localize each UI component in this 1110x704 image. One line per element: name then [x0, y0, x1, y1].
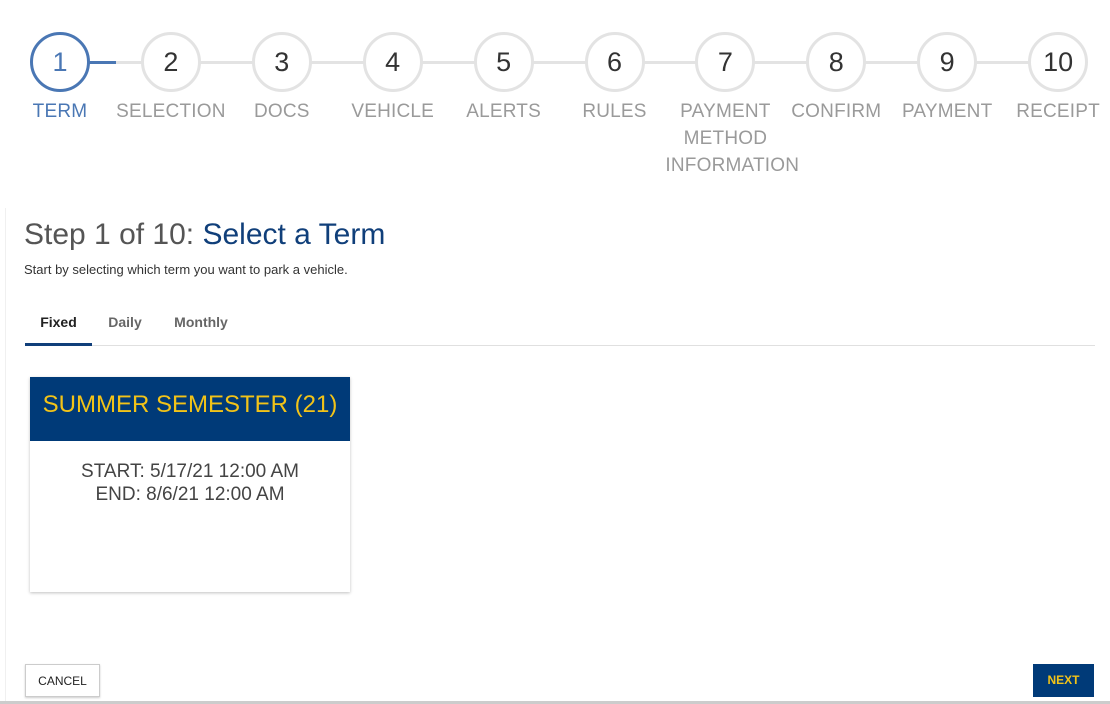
step-circle: 1 — [30, 32, 90, 92]
tab-monthly[interactable]: Monthly — [163, 302, 239, 343]
step-label: PAYMENT — [901, 101, 993, 122]
step-label: RULES — [582, 101, 647, 122]
page-subtitle: Start by selecting which term you want t… — [24, 262, 348, 277]
step-circle: 5 — [473, 32, 534, 92]
step-6: 6 RULES — [555, 32, 675, 125]
step-label: DOCS — [253, 101, 310, 122]
progress-stepper: 1 TERM 2 SELECTION 3 DOCS 4 VEHICLE 5 ALERTS 6 RULE… — [0, 0, 1110, 190]
tab-fixed[interactable]: Fixed — [25, 302, 92, 346]
step-2: 2 SELECTION — [111, 32, 231, 125]
step-9: 9 PAYMENT — [887, 32, 1007, 125]
cancel-button[interactable]: CANCEL — [25, 664, 100, 697]
step-circle: 7 — [695, 32, 756, 92]
next-button[interactable]: NEXT — [1033, 664, 1094, 697]
term-end: END: 8/6/21 12:00 AM — [95, 484, 285, 505]
term-start: START: 5/17/21 12:00 AM — [81, 461, 299, 482]
term-type-tabs: Fixed Daily Monthly — [25, 302, 1095, 346]
step-label: SELECTION — [116, 101, 226, 122]
step-label: TERM — [32, 101, 88, 122]
step-3: 3 DOCS — [222, 32, 342, 125]
step-circle: 6 — [584, 32, 645, 92]
step-8: 8 CONFIRM — [776, 32, 896, 125]
step-circle: 8 — [806, 32, 867, 92]
tab-daily[interactable]: Daily — [95, 302, 155, 343]
step-5: 5 ALERTS — [444, 32, 564, 125]
step-label: PAYMENT METHOD INFORMATION — [665, 101, 800, 176]
page-title: Step 1 of 10: Select a Term — [24, 218, 386, 251]
step-circle: 4 — [362, 32, 423, 92]
term-card-title: SUMMER SEMESTER (21) — [30, 377, 350, 441]
step-label: CONFIRM — [791, 101, 882, 122]
step-10: 10 RECEIPT — [998, 32, 1110, 125]
step-7: 7 PAYMENT METHOD INFORMATION — [665, 32, 800, 179]
term-card[interactable]: SUMMER SEMESTER (21) START: 5/17/21 12:0… — [30, 377, 350, 592]
step-4: 4 VEHICLE — [333, 32, 453, 125]
step-circle: 3 — [251, 32, 312, 92]
step-label: VEHICLE — [351, 101, 435, 122]
step-circle: 9 — [917, 32, 978, 92]
step-circle: 2 — [140, 32, 201, 92]
step-circle: 10 — [1028, 32, 1089, 92]
step-label: ALERTS — [466, 101, 541, 122]
step-1: 1 TERM — [0, 32, 120, 125]
step-label: RECEIPT — [1016, 101, 1100, 122]
